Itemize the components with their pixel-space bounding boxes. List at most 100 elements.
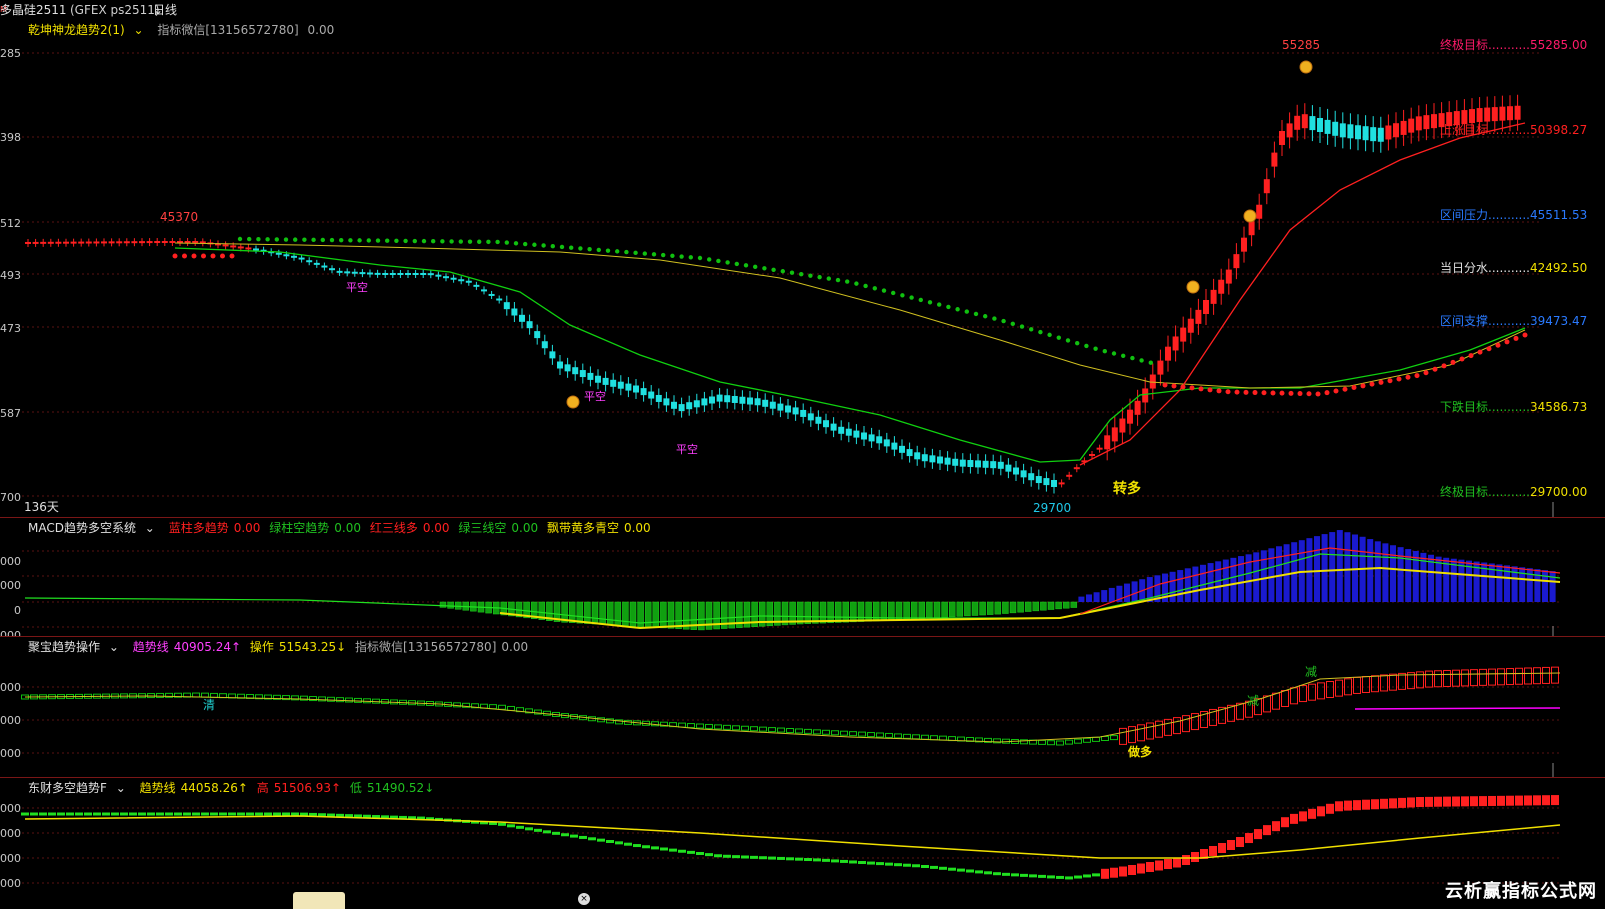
stop-dot-green xyxy=(541,243,546,248)
jubao-box xyxy=(363,698,371,704)
y-axis-label: 000 xyxy=(0,681,21,694)
main-chart-pane[interactable]: 乾坤神龙趋势2(1) ⌄ 指标微信[13156572780] 0.00 285 … xyxy=(0,20,1605,517)
candle-body xyxy=(853,430,860,438)
candle-body xyxy=(1469,109,1475,124)
y-axis-label: 700 xyxy=(0,491,21,504)
candle-body xyxy=(1263,179,1270,194)
dongcai-block xyxy=(687,850,695,854)
macd-bar-blue xyxy=(1222,559,1229,602)
stop-dot-red xyxy=(1450,359,1456,365)
stop-dot-green xyxy=(964,309,969,314)
macd-bar-blue xyxy=(1390,545,1396,602)
candle-body xyxy=(1461,110,1468,125)
candle-body xyxy=(1165,346,1171,361)
candle-body xyxy=(1286,123,1293,138)
close-icon[interactable]: × xyxy=(578,893,590,905)
wechat-value: 0.00 xyxy=(501,640,529,654)
wechat-value: 0.00 xyxy=(307,23,335,37)
candle-body xyxy=(1301,114,1308,129)
macd-bar-green xyxy=(1009,601,1017,614)
stop-dot-red xyxy=(210,253,216,259)
candle-body xyxy=(1051,480,1057,487)
stop-dot-green xyxy=(799,271,804,277)
dongcai-block xyxy=(1308,808,1316,819)
stop-dot-red xyxy=(1387,378,1393,384)
dongcai-block xyxy=(768,856,776,860)
candle-body xyxy=(503,302,510,310)
legend-name: 绿三线空 xyxy=(458,521,507,535)
candle-body xyxy=(1248,221,1255,236)
dongcai-block xyxy=(1119,866,1127,877)
floating-thumbnail[interactable] xyxy=(293,892,345,909)
candle-body xyxy=(990,461,997,469)
macd-bar-green xyxy=(1070,601,1078,608)
dongcai-pane[interactable]: 东财多空趋势F ⌄ 趋势线 44058.26↑ 高 51506.93↑ 低 51490… xyxy=(0,778,1605,909)
jubao-box xyxy=(768,727,776,733)
candle-body xyxy=(754,398,761,406)
jubao-box xyxy=(1533,667,1541,685)
jubao-box xyxy=(489,704,497,710)
candle-body xyxy=(1271,152,1278,167)
stop-dot-green xyxy=(1121,353,1126,358)
stop-dot-green xyxy=(247,236,252,242)
macd-pane[interactable]: MACD趋势多空系统 ⌄ 蓝柱多趋势 0.00 绿柱空趋势 0.00 红三线多 0.0… xyxy=(0,518,1605,642)
stop-dot-red xyxy=(1441,363,1447,369)
dongcai-block xyxy=(1299,811,1307,822)
stop-dot-red xyxy=(1306,391,1312,397)
dongcai-block xyxy=(660,847,668,851)
stop-dot-red xyxy=(229,253,235,259)
stop-dot-red xyxy=(1432,366,1438,372)
jubao-pane[interactable]: 聚宝趋势操作 ⌄ 趋势线 40905.24↑ 操作 51543.25↓ 指标微信[1… xyxy=(0,637,1605,777)
jubao-box xyxy=(903,733,911,739)
macd-bar-green xyxy=(1062,601,1070,609)
candle-body xyxy=(1499,106,1506,121)
candle-body xyxy=(815,416,822,424)
macd-bar-green xyxy=(599,601,606,625)
dongcai-block xyxy=(192,812,200,816)
stop-dot-red xyxy=(1234,389,1240,395)
dongcai-block xyxy=(1263,825,1271,836)
indicator-selector[interactable]: 乾坤神龙趋势2(1) ⌄ xyxy=(28,23,149,37)
stop-dot-red xyxy=(1261,390,1267,396)
dongcai-block xyxy=(1074,875,1082,879)
candle-body xyxy=(443,276,449,279)
jubao-box xyxy=(1461,669,1469,687)
candle-body xyxy=(1111,427,1118,442)
dongcai-block xyxy=(327,813,335,817)
dongcai-block xyxy=(921,865,929,868)
dongcai-block xyxy=(561,833,569,837)
jubao-box xyxy=(1272,692,1280,710)
jubao-box xyxy=(885,732,893,738)
dongcai-block xyxy=(1038,874,1046,878)
stop-dot-green xyxy=(973,311,979,317)
stop-dot-green xyxy=(357,238,362,243)
indicator-selector[interactable]: MACD趋势多空系统 ⌄ xyxy=(28,521,160,535)
candle-body xyxy=(192,241,199,243)
candle-body xyxy=(891,442,898,450)
candle-body xyxy=(519,314,525,322)
candle-body xyxy=(1355,125,1361,140)
chevron-down-icon: ⌄ xyxy=(105,640,119,654)
stop-dot-green xyxy=(320,237,325,243)
dongcai-block xyxy=(1164,859,1172,869)
candle-body xyxy=(1347,124,1354,139)
stop-dot-red xyxy=(1252,390,1258,396)
stop-dot-green xyxy=(615,249,620,254)
jubao-yellow-line xyxy=(24,672,1561,743)
candle-body xyxy=(572,367,579,375)
stop-dot-green xyxy=(348,238,353,243)
candle-body xyxy=(169,241,176,243)
dongcai-block xyxy=(1551,795,1559,806)
candle-body xyxy=(1180,327,1187,342)
stop-dot-green xyxy=(1111,351,1117,356)
candle-body xyxy=(412,273,419,275)
candle-body xyxy=(511,308,518,316)
candle-body xyxy=(1149,374,1156,389)
stop-dot-green xyxy=(716,258,721,264)
candle-body xyxy=(671,401,677,409)
stop-dot-green xyxy=(339,237,344,243)
indicator-selector[interactable]: 东财多空趋势F ⌄ xyxy=(28,781,131,795)
candle-body xyxy=(1256,204,1263,219)
indicator-selector[interactable]: 聚宝趋势操作 ⌄ xyxy=(28,640,124,654)
candle-body xyxy=(1142,388,1149,403)
